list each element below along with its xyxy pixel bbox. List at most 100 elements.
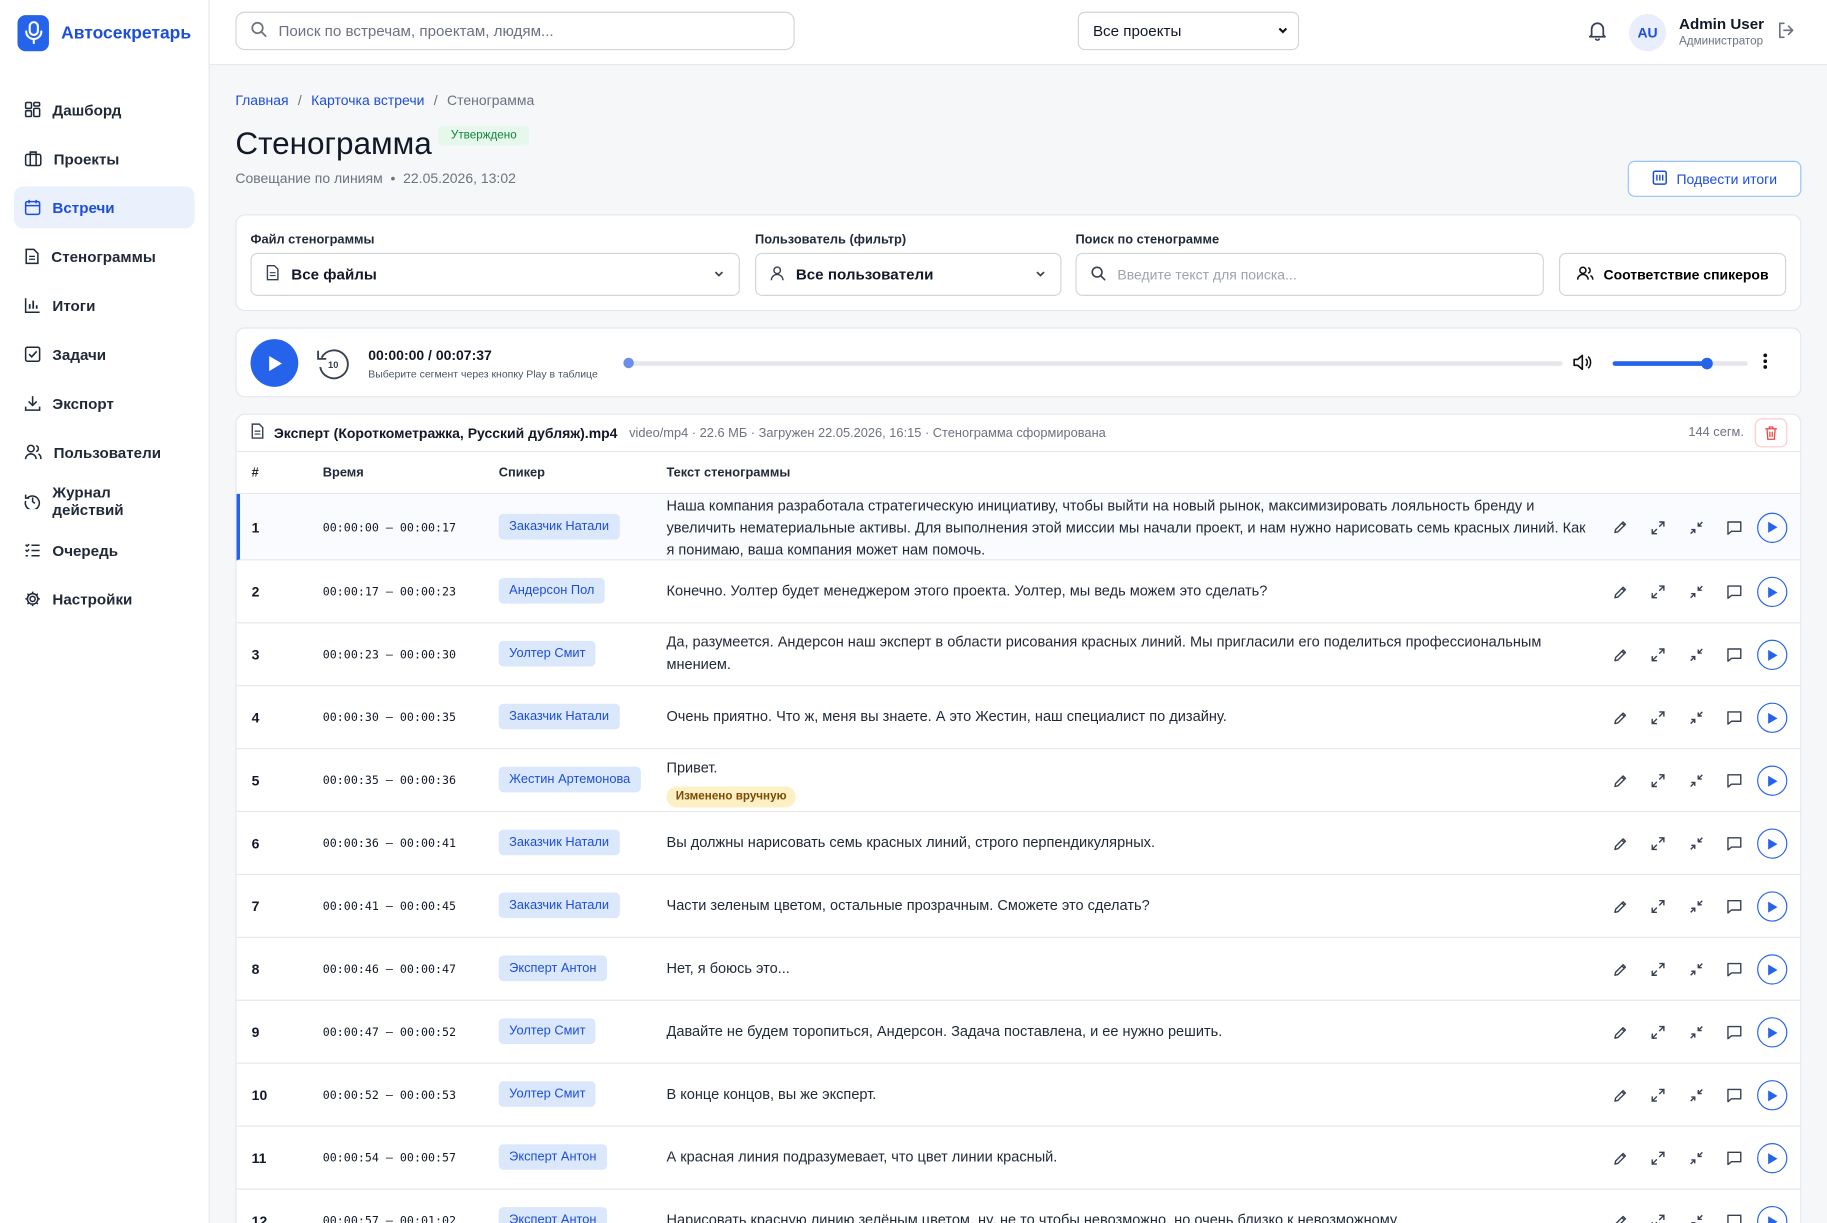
table-row[interactable]: 8 00:00:46 – 00:00:47 Эксперт Антон Нет, я … — [236, 938, 1801, 1001]
expand-icon[interactable] — [1648, 707, 1669, 728]
expand-icon[interactable] — [1648, 770, 1669, 791]
play-segment-button[interactable] — [1757, 765, 1788, 796]
merge-icon[interactable] — [1686, 581, 1707, 602]
comment-icon[interactable] — [1723, 1148, 1744, 1169]
transcript-search[interactable] — [1075, 252, 1544, 296]
speaker-badge[interactable]: Заказчик Натали — [498, 513, 620, 539]
row-text[interactable]: Конечно. Уолтер будет менеджером этого п… — [666, 580, 1586, 602]
row-text[interactable]: Очень приятно. Что ж, меня вы знаете. А … — [666, 706, 1586, 728]
table-row[interactable]: 11 00:00:54 – 00:00:57 Эксперт Антон А крас… — [236, 1127, 1801, 1190]
breadcrumb-home[interactable]: Главная — [235, 92, 288, 108]
edit-icon[interactable] — [1609, 1148, 1630, 1169]
sidebar-item[interactable]: Стенограммы — [14, 235, 195, 277]
speaker-badge[interactable]: Андерсон Пол — [498, 577, 605, 604]
comment-icon[interactable] — [1723, 517, 1744, 538]
volume-slider[interactable] — [1612, 357, 1748, 370]
row-text[interactable]: Нарисовать красную линию зелёным цветом,… — [666, 1209, 1586, 1223]
merge-icon[interactable] — [1686, 833, 1707, 854]
sidebar-item[interactable]: Настройки — [14, 578, 195, 620]
play-segment-button[interactable] — [1757, 828, 1788, 859]
play-segment-button[interactable] — [1757, 891, 1788, 922]
edit-icon[interactable] — [1609, 1211, 1630, 1223]
speaker-badge[interactable]: Эксперт Антон — [498, 955, 607, 982]
row-text[interactable]: Вы должны нарисовать семь красных линий,… — [666, 832, 1586, 854]
play-segment-button[interactable] — [1757, 702, 1788, 733]
speaker-badge[interactable]: Эксперт Антон — [498, 1144, 607, 1170]
play-segment-button[interactable] — [1757, 954, 1788, 985]
comment-icon[interactable] — [1723, 896, 1744, 917]
row-text[interactable]: Наша компания разработала стратегическую… — [666, 495, 1586, 561]
edit-icon[interactable] — [1609, 959, 1630, 980]
row-text[interactable]: Да, разумеется. Андерсон наш эксперт в о… — [666, 632, 1586, 676]
progress-thumb[interactable] — [623, 357, 634, 369]
more-vertical-icon[interactable] — [1763, 352, 1768, 374]
comment-icon[interactable] — [1723, 959, 1744, 980]
speaker-badge[interactable]: Жестин Артемонова — [498, 766, 641, 793]
play-segment-button[interactable] — [1757, 1143, 1788, 1174]
sidebar-item[interactable]: Встречи — [13, 186, 195, 229]
merge-icon[interactable] — [1686, 1085, 1707, 1106]
comment-icon[interactable] — [1723, 770, 1744, 791]
edit-icon[interactable] — [1609, 896, 1630, 917]
comment-icon[interactable] — [1723, 644, 1744, 665]
row-text[interactable]: Привет. Изменено вручную — [666, 757, 1586, 808]
table-row[interactable]: 2 00:00:17 – 00:00:23 Андерсон Пол Конечно.… — [236, 560, 1801, 624]
merge-icon[interactable] — [1686, 959, 1707, 980]
play-segment-button[interactable] — [1757, 576, 1788, 608]
table-row[interactable]: 1 00:00:00 – 00:00:17 Заказчик Натали Наша … — [236, 494, 1801, 561]
comment-icon[interactable] — [1723, 581, 1744, 602]
sidebar-item[interactable]: Экспорт — [14, 382, 195, 424]
table-row[interactable]: 7 00:00:41 – 00:00:45 Заказчик Натали Части… — [236, 875, 1801, 938]
table-row[interactable]: 12 00:00:57 – 00:01:02 Эксперт Антон Нарисо… — [237, 1190, 1801, 1223]
summarize-button[interactable]: Подвести итоги — [1627, 160, 1802, 197]
merge-icon[interactable] — [1686, 1211, 1707, 1223]
table-row[interactable]: 4 00:00:30 – 00:00:35 Заказчик Натали Очень… — [236, 686, 1801, 750]
speaker-badge[interactable]: Уолтер Смит — [498, 640, 596, 667]
edit-icon[interactable] — [1609, 517, 1630, 538]
avatar[interactable]: AU — [1628, 13, 1667, 52]
edit-icon[interactable] — [1609, 770, 1630, 791]
expand-icon[interactable] — [1648, 833, 1669, 854]
bell-icon[interactable] — [1588, 21, 1607, 44]
play-segment-button[interactable] — [1757, 1205, 1788, 1223]
comment-icon[interactable] — [1723, 1211, 1744, 1223]
speaker-badge[interactable]: Уолтер Смит — [498, 1018, 596, 1045]
edit-icon[interactable] — [1609, 1085, 1630, 1106]
brand[interactable]: Автосекретарь — [0, 0, 209, 65]
speaker-badge[interactable]: Уолтер Смит — [498, 1081, 596, 1107]
row-text[interactable]: В конце концов, вы же эксперт. — [666, 1084, 1586, 1106]
table-row[interactable]: 5 00:00:35 – 00:00:36 Жестин Артемонова При… — [236, 749, 1801, 813]
play-segment-button[interactable] — [1757, 639, 1788, 670]
speaker-badge[interactable]: Эксперт Антон — [498, 1207, 607, 1223]
volume-thumb[interactable] — [1701, 357, 1714, 370]
edit-icon[interactable] — [1609, 707, 1630, 728]
rewind-10-button[interactable]: 10 — [315, 345, 352, 386]
user-filter-select[interactable]: Все пользователи — [755, 252, 1062, 296]
progress-bar[interactable] — [623, 357, 1563, 369]
sidebar-item[interactable]: Очередь — [14, 529, 195, 571]
merge-icon[interactable] — [1686, 707, 1707, 728]
volume-icon[interactable] — [1572, 353, 1593, 375]
speaker-badge[interactable]: Заказчик Натали — [498, 703, 620, 730]
row-text[interactable]: А красная линия подразумевает, что цвет … — [666, 1147, 1586, 1169]
expand-icon[interactable] — [1648, 517, 1669, 538]
logout-icon[interactable] — [1777, 21, 1796, 43]
edit-icon[interactable] — [1609, 833, 1630, 854]
sidebar-item[interactable]: Журнал действий — [14, 480, 195, 522]
delete-file-button[interactable] — [1754, 418, 1788, 448]
edit-icon[interactable] — [1609, 644, 1630, 665]
expand-icon[interactable] — [1648, 959, 1669, 980]
play-segment-button[interactable] — [1757, 512, 1788, 543]
play-segment-button[interactable] — [1757, 1017, 1788, 1048]
breadcrumb-meeting[interactable]: Карточка встречи — [311, 92, 424, 108]
merge-icon[interactable] — [1686, 644, 1707, 665]
table-row[interactable]: 3 00:00:23 – 00:00:30 Уолтер Смит Да, разум… — [236, 623, 1801, 687]
table-row[interactable]: 10 00:00:52 – 00:00:53 Уолтер Смит В конце … — [236, 1064, 1801, 1127]
expand-icon[interactable] — [1648, 1022, 1669, 1043]
comment-icon[interactable] — [1723, 1022, 1744, 1043]
merge-icon[interactable] — [1686, 770, 1707, 791]
speaker-mapping-button[interactable]: Соответствие спикеров — [1559, 252, 1787, 296]
file-filter-select[interactable]: Все файлы — [250, 252, 740, 296]
global-search[interactable] — [235, 11, 795, 51]
edit-icon[interactable] — [1609, 1022, 1630, 1043]
